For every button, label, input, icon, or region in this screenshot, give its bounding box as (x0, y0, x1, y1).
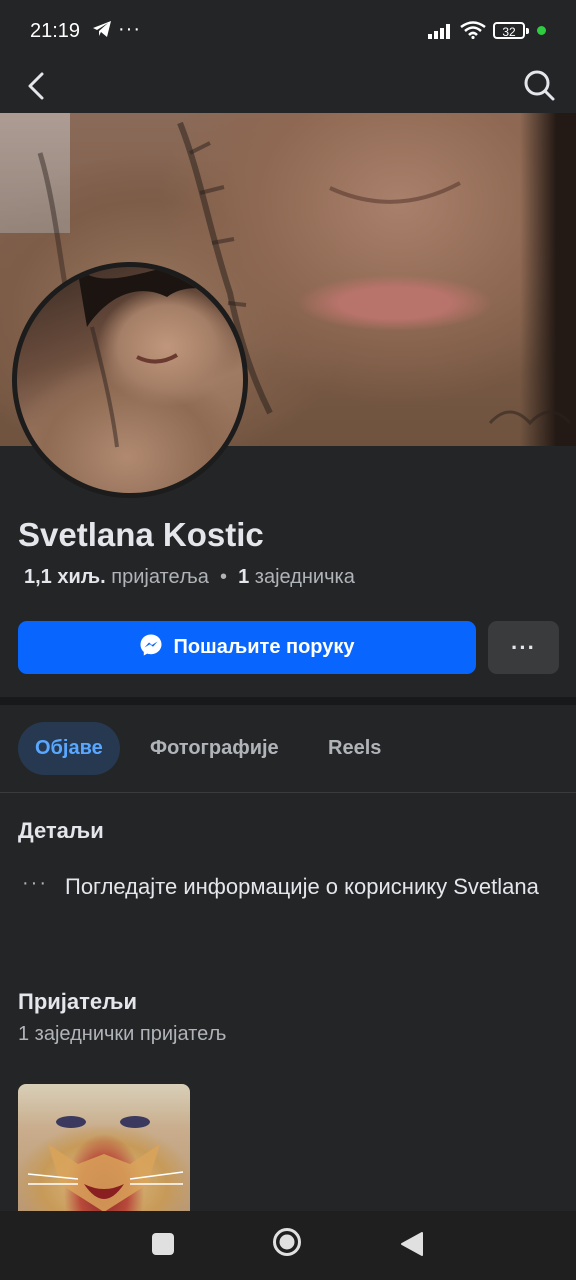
send-message-label: Пошаљите поруку (173, 636, 355, 658)
messenger-icon (139, 633, 163, 663)
friend-card[interactable] (18, 1084, 190, 1212)
view-info-link[interactable]: Погледајте информације о кориснику Svetl… (65, 872, 555, 901)
mutual-label: заједничка (254, 566, 355, 588)
tab-photos[interactable]: Фотографије (150, 722, 279, 775)
separator-dot: • (219, 566, 227, 588)
friends-summary[interactable]: 1,1 хиљ. пријатеља • 1 заједничка (24, 566, 355, 589)
system-back-icon[interactable] (400, 1231, 424, 1257)
send-message-button[interactable]: Пошаљите поруку (18, 621, 476, 674)
details-heading: Детаљи (18, 818, 104, 843)
battery-icon: 32 (493, 22, 529, 39)
profile-name: Svetlana Kostic (18, 516, 264, 553)
friend-photo (27, 1144, 184, 1212)
status-overflow: ··· (118, 18, 141, 40)
top-nav (0, 60, 576, 112)
friends-label: пријатеља (111, 566, 209, 588)
more-options-button[interactable]: ··· (488, 621, 559, 674)
privacy-dot-icon (537, 26, 546, 35)
friends-count: 1,1 хиљ. (24, 566, 106, 588)
mutual-count: 1 (238, 566, 250, 588)
profile-tabs: Објаве Фотографије Reels (0, 722, 576, 776)
telegram-icon (92, 20, 112, 44)
more-dots-icon: ··· (22, 872, 48, 894)
status-bar: 21:19 ··· 32 (0, 0, 576, 60)
search-icon[interactable] (520, 66, 560, 106)
mutual-friends-subtitle: 1 заједнички пријатељ (18, 1023, 227, 1045)
status-time: 21:19 (30, 20, 81, 42)
system-nav-bar (0, 1211, 576, 1280)
tab-posts[interactable]: Објаве (18, 722, 120, 775)
signal-icon (428, 22, 454, 45)
back-arrow-icon[interactable] (22, 66, 62, 106)
tabs-divider (0, 792, 576, 793)
section-divider (0, 697, 576, 705)
wifi-icon (460, 21, 486, 45)
home-icon[interactable] (272, 1227, 302, 1257)
friends-heading: Пријатељи (18, 989, 137, 1014)
recents-icon[interactable] (152, 1233, 174, 1255)
tab-reels[interactable]: Reels (328, 722, 381, 775)
profile-avatar[interactable] (12, 262, 248, 498)
